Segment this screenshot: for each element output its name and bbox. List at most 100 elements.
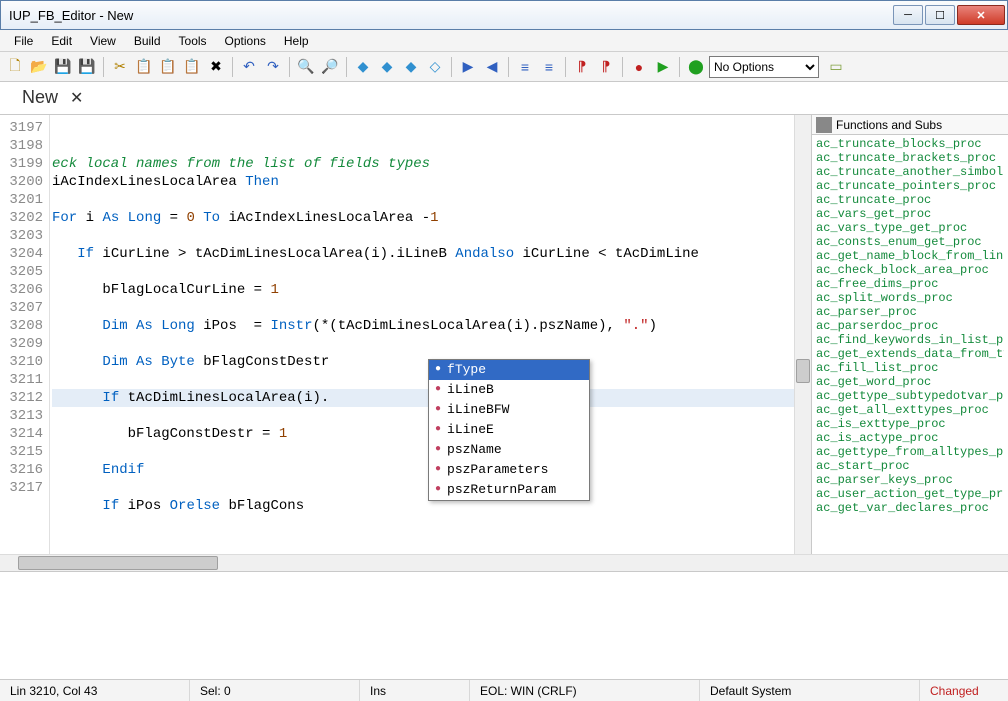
function-item[interactable]: ac_get_var_declares_proc <box>816 501 1004 515</box>
function-item[interactable]: ac_parser_proc <box>816 305 1004 319</box>
breakpoint-icon[interactable]: ● <box>628 56 650 78</box>
function-item[interactable]: ac_truncate_proc <box>816 193 1004 207</box>
function-item[interactable]: ac_get_all_exttypes_proc <box>816 403 1004 417</box>
find-icon[interactable]: 🔍 <box>295 56 317 78</box>
indent-icon[interactable]: ▶ <box>457 56 479 78</box>
code-line[interactable] <box>52 479 794 497</box>
minimize-button[interactable]: ─ <box>893 5 923 25</box>
function-item[interactable]: ac_truncate_another_simbols_ <box>816 165 1004 179</box>
bookmark-prev-icon[interactable]: ◆ <box>400 56 422 78</box>
maximize-button[interactable]: ☐ <box>925 5 955 25</box>
menu-help[interactable]: Help <box>276 32 317 50</box>
function-item[interactable]: ac_user_action_get_type_proc <box>816 487 1004 501</box>
undo-icon[interactable]: ↶ <box>238 56 260 78</box>
copy-icon[interactable]: 📋 <box>133 56 155 78</box>
function-item[interactable]: ac_find_keywords_in_list_pro <box>816 333 1004 347</box>
function-item[interactable]: ac_split_words_proc <box>816 291 1004 305</box>
code-line[interactable] <box>52 407 794 425</box>
findnext-icon[interactable]: 🔎 <box>319 56 341 78</box>
code-line[interactable] <box>52 371 794 389</box>
close-button[interactable]: ✕ <box>957 5 1005 25</box>
function-item[interactable]: ac_parser_keys_proc <box>816 473 1004 487</box>
function-item[interactable]: ac_gettype_from_alltypes_pro <box>816 445 1004 459</box>
code-area[interactable]: eck local names from the list of fields … <box>50 115 794 554</box>
code-line[interactable] <box>52 515 794 533</box>
options-button[interactable]: ▭ <box>825 56 847 78</box>
function-item[interactable]: ac_is_actype_proc <box>816 431 1004 445</box>
tab-close-icon[interactable]: ✕ <box>70 88 83 108</box>
function-item[interactable]: ac_get_name_block_from_line_p <box>816 249 1004 263</box>
open-icon[interactable]: 📂 <box>28 56 50 78</box>
vscroll-thumb[interactable] <box>796 359 810 383</box>
options-select[interactable]: No Options <box>709 56 819 78</box>
debug-icon[interactable]: ⬤ <box>685 56 707 78</box>
menu-tools[interactable]: Tools <box>171 32 215 50</box>
saveall-icon[interactable]: 💾 <box>76 56 98 78</box>
cut-icon[interactable]: ✂ <box>109 56 131 78</box>
align-right-icon[interactable]: ≡ <box>538 56 560 78</box>
code-line[interactable] <box>52 335 794 353</box>
function-item[interactable]: ac_check_block_area_proc <box>816 263 1004 277</box>
paste2-icon[interactable]: 📋 <box>181 56 203 78</box>
bookmark-next-icon[interactable]: ◆ <box>376 56 398 78</box>
function-item[interactable]: ac_get_extends_data_from_typ <box>816 347 1004 361</box>
run-icon[interactable]: ▶ <box>652 56 674 78</box>
autocomplete-popup[interactable]: ●fType●iLineB●iLineBFW●iLineE●pszName●ps… <box>428 359 590 501</box>
horizontal-scrollbar[interactable] <box>0 554 812 571</box>
function-item[interactable]: ac_truncate_pointers_proc <box>816 179 1004 193</box>
menu-file[interactable]: File <box>6 32 41 50</box>
code-line[interactable]: Dim As Byte bFlagConstDestr <box>52 353 794 371</box>
function-item[interactable]: ac_get_word_proc <box>816 375 1004 389</box>
code-line[interactable]: iAcIndexLinesLocalArea Then <box>52 173 794 191</box>
function-item[interactable]: ac_consts_enum_get_proc <box>816 235 1004 249</box>
function-item[interactable]: ac_gettype_subtypedotvar_pro <box>816 389 1004 403</box>
function-item[interactable]: ac_truncate_blocks_proc <box>816 137 1004 151</box>
code-line[interactable] <box>52 191 794 209</box>
align-left-icon[interactable]: ≡ <box>514 56 536 78</box>
menu-view[interactable]: View <box>82 32 124 50</box>
code-line[interactable]: Dim As Long iPos = Instr(*(tAcDimLinesLo… <box>52 317 794 335</box>
hscroll-thumb[interactable] <box>18 556 218 570</box>
code-line[interactable] <box>52 227 794 245</box>
redo-icon[interactable]: ↷ <box>262 56 284 78</box>
menu-options[interactable]: Options <box>217 32 274 50</box>
function-item[interactable]: ac_parserdoc_proc <box>816 319 1004 333</box>
code-line[interactable]: Endif <box>52 461 794 479</box>
comment-icon[interactable]: ⁋ <box>571 56 593 78</box>
autocomplete-item[interactable]: ●pszParameters <box>429 460 589 480</box>
bookmark-clear-icon[interactable]: ◇ <box>424 56 446 78</box>
outdent-icon[interactable]: ◀ <box>481 56 503 78</box>
function-item[interactable]: ac_is_exttype_proc <box>816 417 1004 431</box>
autocomplete-item[interactable]: ●iLineE <box>429 420 589 440</box>
code-line[interactable]: If iCurLine > tAcDimLinesLocalArea(i).iL… <box>52 245 794 263</box>
save-icon[interactable]: 💾 <box>52 56 74 78</box>
uncomment-icon[interactable]: ⁋ <box>595 56 617 78</box>
autocomplete-item[interactable]: ●pszName <box>429 440 589 460</box>
autocomplete-item[interactable]: ●iLineBFW <box>429 400 589 420</box>
function-item[interactable]: ac_start_proc <box>816 459 1004 473</box>
code-line[interactable]: If iPos Orelse bFlagCons <box>52 497 794 515</box>
bookmark-icon[interactable]: ◆ <box>352 56 374 78</box>
code-line[interactable]: bFlagConstDestr = 1 <box>52 425 794 443</box>
menu-edit[interactable]: Edit <box>43 32 80 50</box>
function-item[interactable]: ac_free_dims_proc <box>816 277 1004 291</box>
delete-icon[interactable]: ✖ <box>205 56 227 78</box>
code-line[interactable] <box>52 263 794 281</box>
function-item[interactable]: ac_fill_list_proc <box>816 361 1004 375</box>
functions-list[interactable]: ac_truncate_blocks_procac_truncate_brack… <box>812 135 1008 554</box>
function-item[interactable]: ac_truncate_brackets_proc <box>816 151 1004 165</box>
code-line[interactable] <box>52 299 794 317</box>
code-line[interactable]: If tAcDimLinesLocalArea(i). <box>52 389 794 407</box>
code-line[interactable] <box>52 443 794 461</box>
new-icon[interactable]: 🗋 <box>4 56 26 78</box>
code-editor[interactable]: 3197319831993200320132023203320432053206… <box>0 115 812 554</box>
vertical-scrollbar[interactable] <box>794 115 811 554</box>
autocomplete-item[interactable]: ●iLineB <box>429 380 589 400</box>
autocomplete-item[interactable]: ●pszReturnParam <box>429 480 589 500</box>
menu-build[interactable]: Build <box>126 32 169 50</box>
code-line[interactable]: bFlagLocalCurLine = 1 <box>52 281 794 299</box>
code-line[interactable]: eck local names from the list of fields … <box>52 155 794 173</box>
autocomplete-item[interactable]: ●fType <box>429 360 589 380</box>
tab-new[interactable]: New ✕ <box>8 81 97 114</box>
paste-icon[interactable]: 📋 <box>157 56 179 78</box>
